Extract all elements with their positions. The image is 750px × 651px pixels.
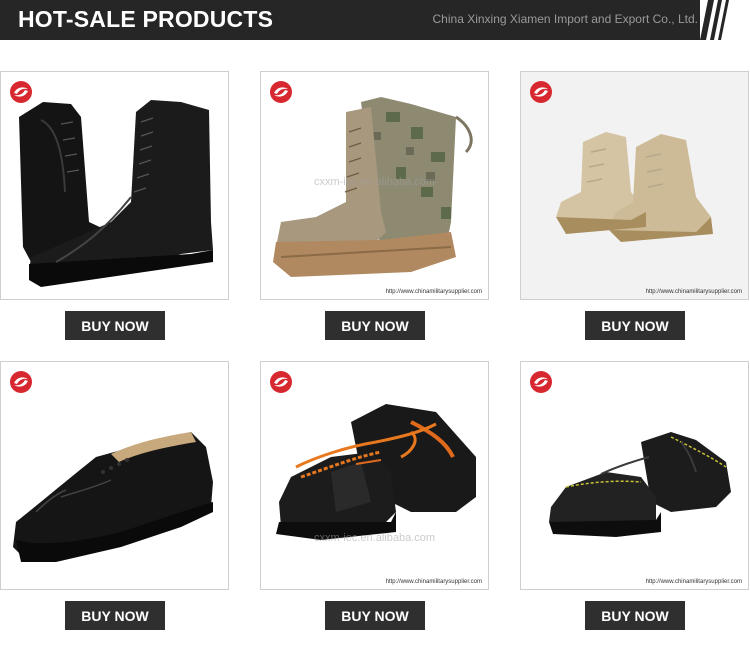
page-title: HOT-SALE PRODUCTS [18,6,274,32]
safety-shoes-orange-laces-image [276,404,476,540]
supplier-url: http://www.chinamilitarysupplier.com [385,289,482,295]
tan-desert-boots-image [521,72,748,299]
brand-logo-icon [530,81,552,103]
image-watermark: cxxm-iec.en.alibaba.com [313,532,436,544]
product-card[interactable]: cxxm-iec.en.alibaba.com http://www.china… [260,361,489,590]
product-card[interactable]: cxxm-iec.en.alibaba.com http://www.china… [260,71,489,300]
brand-logo-icon [530,371,552,393]
supplier-url: http://www.chinamilitarysupplier.com [645,579,742,585]
black-combat-boots-image [19,100,213,287]
supplier-url: http://www.chinamilitarysupplier.com [645,289,742,295]
brand-logo-icon [10,81,32,103]
buy-now-button[interactable]: BUY NOW [325,311,425,340]
product-card[interactable] [0,71,229,300]
safety-shoes-yellow-stitching-image [549,432,731,537]
company-name: China Xinxing Xiamen Import and Export C… [432,12,698,26]
header-bar: HOT-SALE PRODUCTS China Xinxing Xiamen I… [0,0,750,40]
supplier-url: http://www.chinamilitarysupplier.com [385,579,482,585]
brand-logo-icon [10,371,32,393]
buy-now-button[interactable]: BUY NOW [585,601,685,630]
buy-now-button[interactable]: BUY NOW [65,601,165,630]
header-stripes-icon [700,0,750,40]
buy-now-button[interactable]: BUY NOW [325,601,425,630]
brand-logo-icon [270,371,292,393]
image-watermark: cxxm-iec.en.alibaba.com [313,176,436,188]
buy-now-button[interactable]: BUY NOW [65,311,165,340]
buy-now-button[interactable]: BUY NOW [585,311,685,340]
product-card[interactable]: http://www.chinamilitarysupplier.com [520,71,749,300]
product-card[interactable] [0,361,229,590]
product-card[interactable]: http://www.chinamilitarysupplier.com [520,361,749,590]
black-oxford-shoe-image [13,432,213,562]
brand-logo-icon [270,81,292,103]
